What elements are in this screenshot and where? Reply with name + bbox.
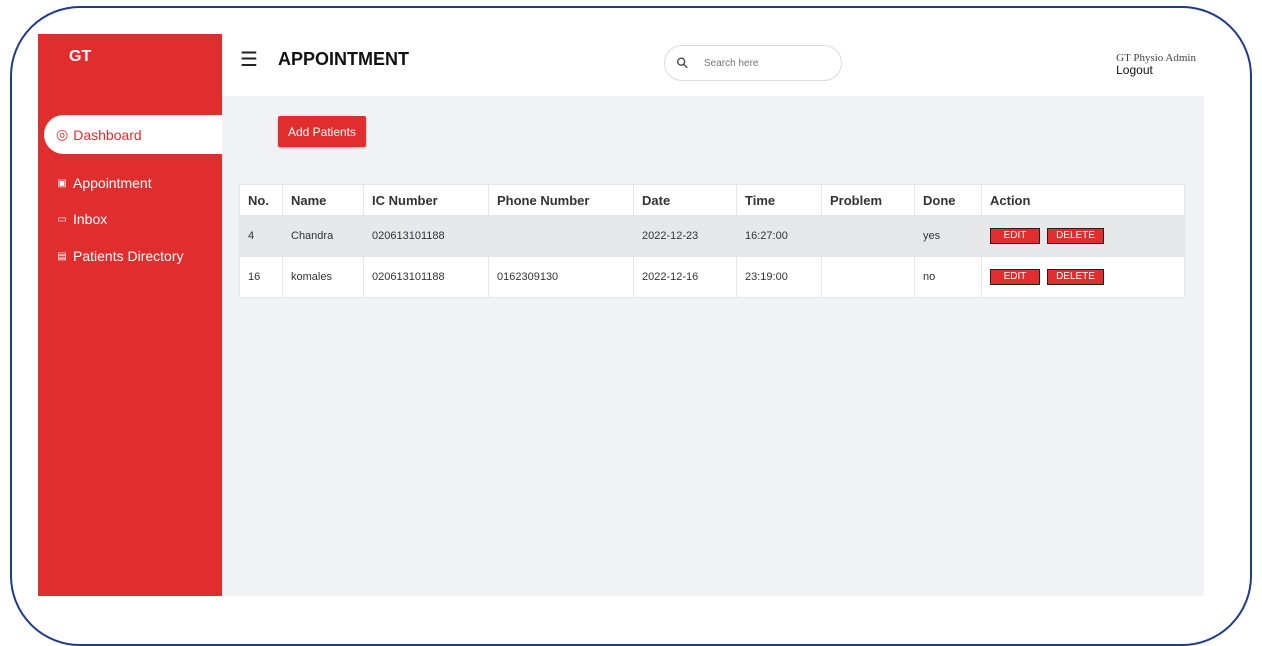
cell-done: no	[914, 256, 982, 298]
app-window: GT ◎ Dashboard ▣ Appointment ▭ Inbox ▤ P…	[38, 34, 1204, 596]
search-input[interactable]	[702, 56, 816, 70]
column-header: Date	[633, 184, 737, 216]
cell-problem	[821, 256, 915, 298]
cell-action: EDIT DELETE	[981, 215, 1185, 257]
cell-done: yes	[914, 215, 982, 257]
appointments-table: No. Name IC Number Phone Number Date Tim…	[239, 184, 1185, 298]
sidebar-item-dashboard[interactable]: ◎ Dashboard	[44, 115, 222, 154]
cell-problem	[821, 215, 915, 257]
column-header: Phone Number	[488, 184, 634, 216]
column-header: Done	[914, 184, 982, 216]
logout-link[interactable]: Logout	[1116, 64, 1196, 76]
sidebar-item-appointment[interactable]: ▣ Appointment	[56, 175, 152, 191]
column-header: Name	[282, 184, 364, 216]
hamburger-menu-icon[interactable]: ☰	[240, 50, 258, 70]
sidebar-item-patients-directory[interactable]: ▤ Patients Directory	[56, 248, 183, 264]
edit-button[interactable]: EDIT	[990, 269, 1040, 285]
cell-name: komales	[282, 256, 364, 298]
search-box: ⚲	[664, 45, 842, 81]
column-header: Time	[736, 184, 822, 216]
column-header: Action	[981, 184, 1185, 216]
cell-ic: 020613101188	[363, 256, 489, 298]
cell-phone	[488, 215, 634, 257]
cell-no: 4	[239, 215, 283, 257]
directory-icon: ▤	[57, 250, 67, 262]
sidebar-item-label: Appointment	[73, 175, 152, 191]
add-patients-button[interactable]: Add Patients	[278, 116, 366, 147]
chat-icon: ▭	[57, 213, 67, 225]
page-title: APPOINTMENT	[278, 49, 410, 69]
cell-no: 16	[239, 256, 283, 298]
table-header-row: No. Name IC Number Phone Number Date Tim…	[239, 184, 1185, 216]
table-row: 16 komales 020613101188 0162309130 2022-…	[239, 256, 1185, 298]
column-header: IC Number	[363, 184, 489, 216]
sidebar: GT ◎ Dashboard ▣ Appointment ▭ Inbox ▤ P…	[38, 34, 222, 596]
edit-button[interactable]: EDIT	[990, 228, 1040, 244]
cell-ic: 020613101188	[363, 215, 489, 257]
cell-date: 2022-12-16	[633, 256, 737, 298]
user-block: GT Physio Admin Logout	[1116, 52, 1196, 76]
column-header: No.	[239, 184, 283, 216]
sidebar-item-inbox[interactable]: ▭ Inbox	[56, 211, 107, 227]
cell-time: 16:27:00	[736, 215, 822, 257]
cell-date: 2022-12-23	[633, 215, 737, 257]
cell-action: EDIT DELETE	[981, 256, 1185, 298]
calendar-icon: ▣	[57, 177, 67, 189]
delete-button[interactable]: DELETE	[1047, 228, 1104, 244]
logo: GT	[69, 48, 92, 65]
delete-button[interactable]: DELETE	[1047, 269, 1104, 285]
top-bar: ☰ APPOINTMENT ⚲ GT Physio Admin Logout	[222, 34, 1204, 96]
column-header: Problem	[821, 184, 915, 216]
table-row: 4 Chandra 020613101188 2022-12-23 16:27:…	[239, 215, 1185, 257]
sidebar-item-label: Inbox	[73, 211, 108, 227]
sidebar-item-label: Patients Directory	[73, 248, 184, 264]
cell-phone: 0162309130	[488, 256, 634, 298]
sidebar-item-label: Dashboard	[73, 126, 142, 143]
search-icon[interactable]: ⚲	[672, 53, 693, 73]
cell-name: Chandra	[282, 215, 364, 257]
cell-time: 23:19:00	[736, 256, 822, 298]
dashboard-icon: ◎	[56, 126, 69, 142]
